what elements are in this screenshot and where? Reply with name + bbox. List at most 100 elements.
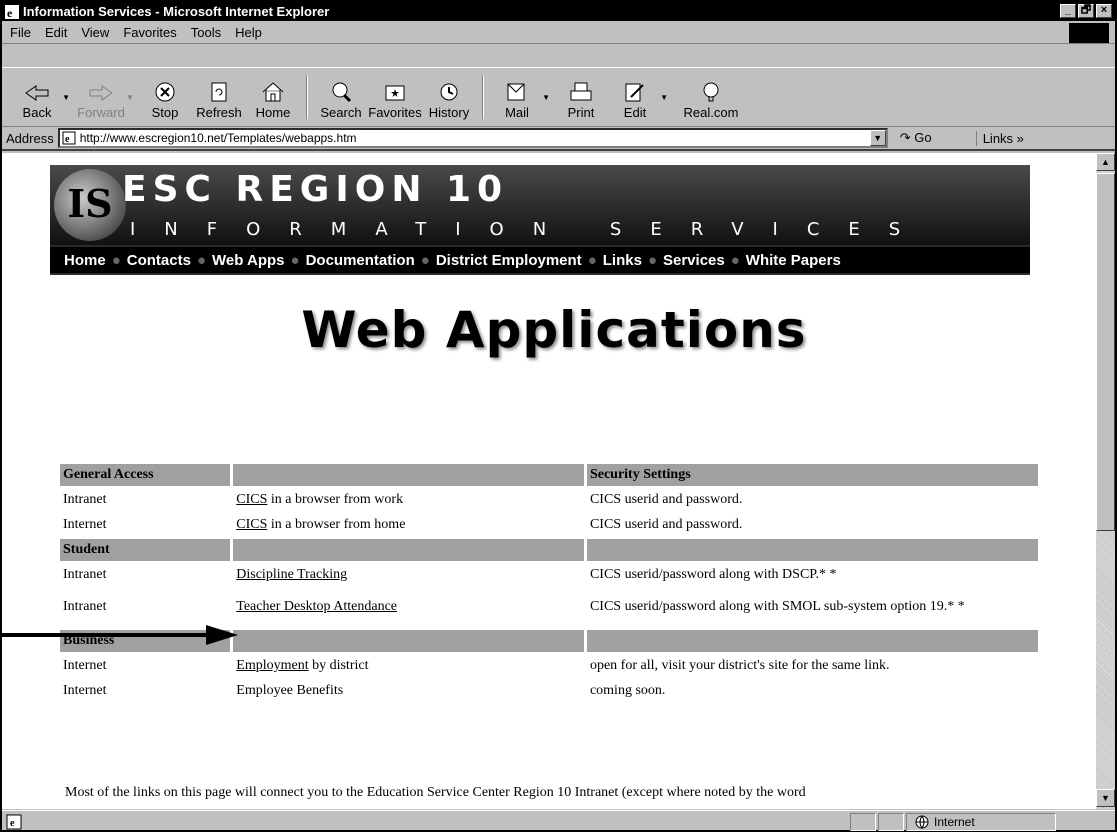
nav-dot: ●: [587, 251, 597, 269]
network-cell: Intranet: [63, 567, 107, 582]
forward-dropdown-icon[interactable]: ▼: [126, 93, 134, 102]
security-cell: coming soon.: [589, 683, 666, 698]
mail-button[interactable]: Mail ▼: [490, 69, 550, 125]
menu-favorites[interactable]: Favorites: [123, 25, 176, 40]
stop-button[interactable]: Stop: [138, 69, 192, 125]
app-cell: Employee Benefits: [236, 683, 344, 698]
real-label: Real.com: [683, 105, 739, 120]
app-cell: Employment by district: [233, 655, 584, 677]
banner-title: ESC REGION 10: [122, 169, 509, 210]
status-cell: [878, 812, 904, 831]
address-dropdown-icon[interactable]: ▼: [869, 130, 886, 146]
nav-documentation[interactable]: Documentation: [306, 252, 415, 269]
discipline-tracking-link[interactable]: Discipline Tracking: [236, 567, 347, 582]
nav-home[interactable]: Home: [64, 252, 106, 269]
nav-web-apps[interactable]: Web Apps: [212, 252, 285, 269]
app-cell: CICS in a browser from work: [233, 489, 584, 511]
menu-file[interactable]: File: [10, 25, 31, 40]
nav-services[interactable]: Services: [663, 252, 725, 269]
toolbar-separator: [306, 75, 308, 119]
forward-arrow-icon: [89, 85, 113, 101]
section-title: General Access: [60, 464, 231, 486]
nav-district-employment[interactable]: District Employment: [436, 252, 582, 269]
security-cell: CICS userid/password along with SMOL sub…: [589, 599, 965, 614]
back-button[interactable]: Back ▼: [10, 69, 70, 125]
security-cell: CICS userid and password.: [589, 517, 743, 532]
status-bar: e Internet: [2, 810, 1115, 832]
table-row: Intranet Teacher Desktop Attendance CICS…: [60, 589, 1038, 627]
back-dropdown-icon[interactable]: ▼: [62, 93, 70, 102]
search-label: Search: [320, 105, 362, 120]
zone-cell: Internet: [906, 812, 1056, 831]
section-col3: [586, 630, 1038, 652]
network-cell: Intranet: [63, 492, 107, 507]
page-icon: e: [62, 131, 76, 145]
section-col3: Security Settings: [586, 464, 1038, 486]
history-button[interactable]: History: [422, 69, 476, 125]
cics-link[interactable]: CICS: [236, 492, 267, 507]
go-button[interactable]: ↷ Go: [900, 130, 960, 146]
edit-icon: [625, 83, 644, 102]
close-button[interactable]: ×: [1096, 4, 1112, 18]
scroll-down-icon[interactable]: ▼: [1096, 789, 1115, 807]
nav-contacts[interactable]: Contacts: [127, 252, 191, 269]
section-blank: [233, 630, 584, 652]
web-apps-table: General Access Security Settings Intrane…: [57, 461, 1041, 705]
toolbar: Back ▼ Forward ▼ Stop Refresh Home Search …: [2, 45, 1115, 127]
site-banner: IS ESC REGION 10 INFORMATION SERVICES Ho…: [50, 165, 1030, 275]
stop-label: Stop: [151, 105, 179, 120]
edit-dropdown-icon[interactable]: ▼: [660, 93, 668, 102]
nav-dot: ●: [111, 251, 121, 269]
section-blank: [233, 464, 584, 486]
menu-tools[interactable]: Tools: [191, 25, 221, 40]
network-cell: Internet: [63, 658, 107, 673]
teacher-desktop-attendance-link[interactable]: Teacher Desktop Attendance: [236, 599, 397, 614]
nav-white-papers[interactable]: White Papers: [746, 252, 841, 269]
scroll-up-icon[interactable]: ▲: [1096, 153, 1115, 171]
mail-label: Mail: [505, 105, 529, 120]
footer-note: Most of the links on this page will conn…: [65, 785, 806, 800]
app-cell: Discipline Tracking: [233, 564, 584, 586]
minimize-button[interactable]: _: [1060, 4, 1076, 18]
favorites-label: Favorites: [368, 105, 422, 120]
nav-links[interactable]: Links: [603, 252, 642, 269]
forward-button[interactable]: Forward ▼: [74, 69, 134, 125]
svg-text:e: e: [65, 134, 70, 145]
back-arrow-icon: [25, 85, 49, 101]
refresh-button[interactable]: Refresh: [192, 69, 246, 125]
nav-dot: ●: [730, 251, 740, 269]
page-viewport: IS ESC REGION 10 INFORMATION SERVICES Ho…: [2, 153, 1096, 809]
cics-link[interactable]: CICS: [236, 517, 267, 532]
app-rest: in a browser from work: [267, 492, 404, 507]
menu-edit[interactable]: Edit: [45, 25, 67, 40]
menu-view[interactable]: View: [81, 25, 109, 40]
real-com-button[interactable]: Real.com: [676, 69, 746, 125]
table-row: Internet CICS in a browser from home CIC…: [60, 514, 1038, 536]
banner-subtitle: INFORMATION SERVICES: [130, 219, 930, 240]
status-cell: [850, 812, 876, 831]
edit-button[interactable]: Edit ▼: [608, 69, 668, 125]
title-bar: e Information Services - Microsoft Inter…: [2, 2, 1115, 21]
section-header-row: General Access Security Settings: [60, 464, 1038, 486]
restore-button[interactable]: 🗗: [1078, 4, 1094, 18]
print-icon: [570, 82, 592, 101]
mail-dropdown-icon[interactable]: ▼: [542, 93, 550, 102]
menu-help[interactable]: Help: [235, 25, 262, 40]
home-button[interactable]: Home: [246, 69, 300, 125]
favorites-button[interactable]: Favorites: [368, 69, 422, 125]
table-row: Internet Employment by district open for…: [60, 655, 1038, 677]
search-button[interactable]: Search: [314, 69, 368, 125]
vertical-scrollbar[interactable]: ▲ ▼: [1096, 153, 1115, 809]
print-button[interactable]: Print: [554, 69, 608, 125]
menu-bar: File Edit View Favorites Tools Help: [2, 22, 1115, 44]
employment-link[interactable]: Employment: [236, 658, 308, 673]
forward-label: Forward: [77, 105, 125, 120]
app-rest: by district: [308, 658, 369, 673]
page-title: Web Applications: [301, 301, 807, 359]
address-input[interactable]: e http://www.escregion10.net/Templates/w…: [57, 128, 888, 148]
links-button[interactable]: Links »: [975, 130, 1024, 146]
ie-logo-icon: e: [5, 4, 19, 19]
network-cell: Internet: [63, 683, 107, 698]
app-rest: in a browser from home: [267, 517, 406, 532]
scroll-thumb[interactable]: [1096, 173, 1115, 531]
